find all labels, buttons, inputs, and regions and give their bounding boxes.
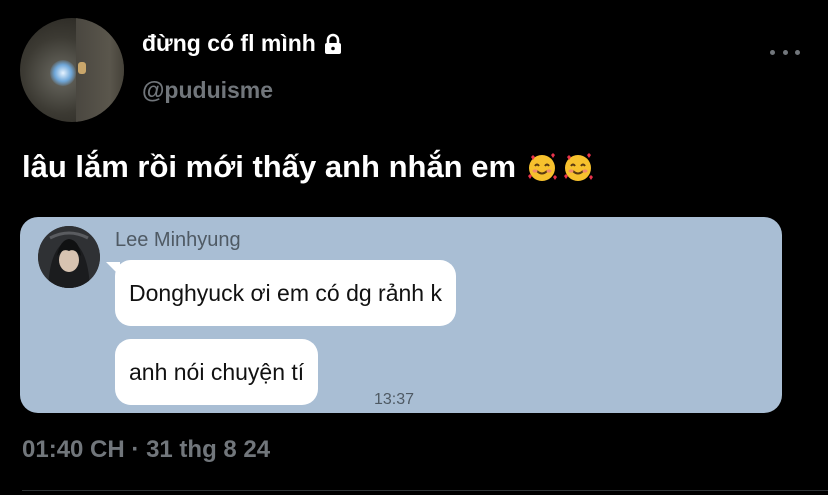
chat-sender-avatar: [38, 226, 100, 288]
tweet-date[interactable]: 31 thg 8 24: [146, 436, 270, 463]
smiling-face-with-hearts-icon: [526, 151, 558, 183]
avatar-door-knob: [78, 62, 86, 74]
divider: [22, 490, 828, 491]
tweet-text: lâu lắm rồi mới thấy anh nhắn em: [22, 149, 594, 185]
metadata-separator: ·: [131, 436, 140, 463]
smiling-face-with-hearts-icon: [562, 151, 594, 183]
display-name[interactable]: đừng có fl mình: [142, 30, 344, 57]
avatar-light: [50, 60, 76, 86]
chat-message-bubble: Donghyuck ơi em có dg rảnh k: [106, 260, 456, 326]
tweet-metadata: 01:40 CH · 31 thg 8 24: [22, 436, 270, 464]
chat-sender-name: Lee Minhyung: [115, 229, 241, 251]
tweet-text-content: lâu lắm rồi mới thấy anh nhắn em: [22, 149, 517, 184]
more-options-icon[interactable]: [770, 45, 800, 59]
chat-message-text: Donghyuck ơi em có dg rảnh k: [129, 279, 442, 306]
chat-message-text: anh nói chuyện tí: [129, 358, 305, 385]
tweet-time[interactable]: 01:40 CH: [22, 436, 125, 463]
chat-message-bubble: anh nói chuyện tí: [115, 339, 319, 405]
lock-icon: [322, 33, 344, 55]
profile-avatar[interactable]: [20, 18, 124, 122]
display-name-text: đừng có fl mình: [142, 30, 316, 56]
chat-message-time: 13:37: [374, 391, 415, 408]
user-handle[interactable]: @puduisme: [142, 77, 273, 104]
attached-chat-screenshot[interactable]: Lee Minhyung Donghyuck ơi em có dg rảnh …: [20, 217, 782, 413]
